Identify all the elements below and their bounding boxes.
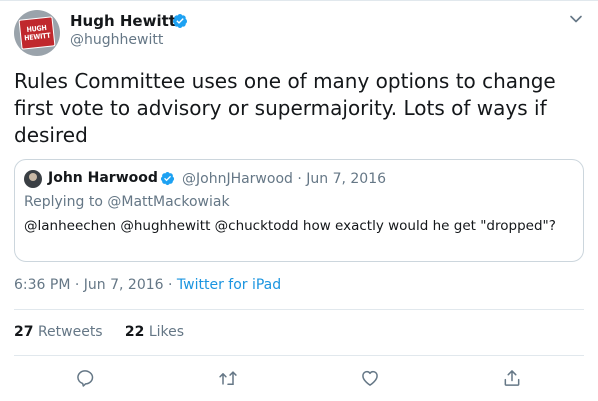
likes-stat[interactable]: 22 Likes: [125, 324, 184, 340]
quoted-author-avatar: [24, 170, 42, 188]
top-divider: [0, 0, 598, 1]
likes-label: Likes: [148, 324, 185, 340]
retweet-icon[interactable]: [218, 368, 238, 388]
tweet-stats: 27 Retweets 22 Likes: [14, 324, 184, 340]
author-name[interactable]: Hugh Hewitt: [70, 12, 176, 30]
verified-badge-icon: [160, 171, 175, 186]
tweet-text: Rules Committee uses one of many options…: [14, 69, 556, 147]
likes-count: 22: [124, 324, 145, 340]
tweet-date[interactable]: Jun 7, 2016: [84, 277, 164, 293]
divider: [14, 355, 584, 356]
verified-badge-icon: [172, 14, 187, 28]
quoted-author-name: John Harwood: [48, 170, 158, 186]
divider: [14, 309, 584, 310]
tweet-source-link[interactable]: Twitter for iPad: [177, 277, 281, 293]
retweets-stat[interactable]: 27 Retweets: [14, 324, 103, 340]
retweets-count: 27: [14, 324, 34, 340]
like-icon[interactable]: [360, 368, 380, 388]
quoted-separator: ·: [297, 171, 302, 187]
quoted-tweet[interactable]: John Harwood @JohnJHarwood · Jun 7, 2016…: [14, 159, 584, 262]
quoted-replying-to: Replying to @MattMackowiak: [24, 194, 230, 210]
quoted-text: @lanheechen @hughhewitt @chucktodd how e…: [24, 218, 556, 234]
quoted-meta: @JohnJHarwood · Jun 7, 2016: [182, 171, 386, 187]
quoted-date: Jun 7, 2016: [306, 171, 387, 187]
meta-separator: ·: [74, 277, 80, 293]
author-avatar[interactable]: HUGH HEWITT: [14, 10, 60, 56]
avatar-logo-line2: HEWITT: [23, 31, 51, 43]
quoted-handle: @JohnJHarwood: [182, 171, 293, 187]
meta-separator: ·: [168, 277, 173, 293]
tweet-time[interactable]: 6:36 PM: [14, 277, 70, 293]
author-handle[interactable]: @hughhewitt: [70, 32, 163, 48]
avatar-logo: HUGH HEWITT: [18, 16, 56, 50]
reply-icon[interactable]: [75, 368, 95, 388]
chevron-down-icon[interactable]: [569, 12, 583, 26]
tweet-card: HUGH HEWITT Hugh Hewitt @hughhewitt Rule…: [0, 0, 598, 401]
retweets-label: Retweets: [37, 324, 103, 340]
share-icon[interactable]: [502, 368, 522, 388]
tweet-meta: 6:36 PM · Jun 7, 2016 · Twitter for iPad: [14, 277, 281, 293]
